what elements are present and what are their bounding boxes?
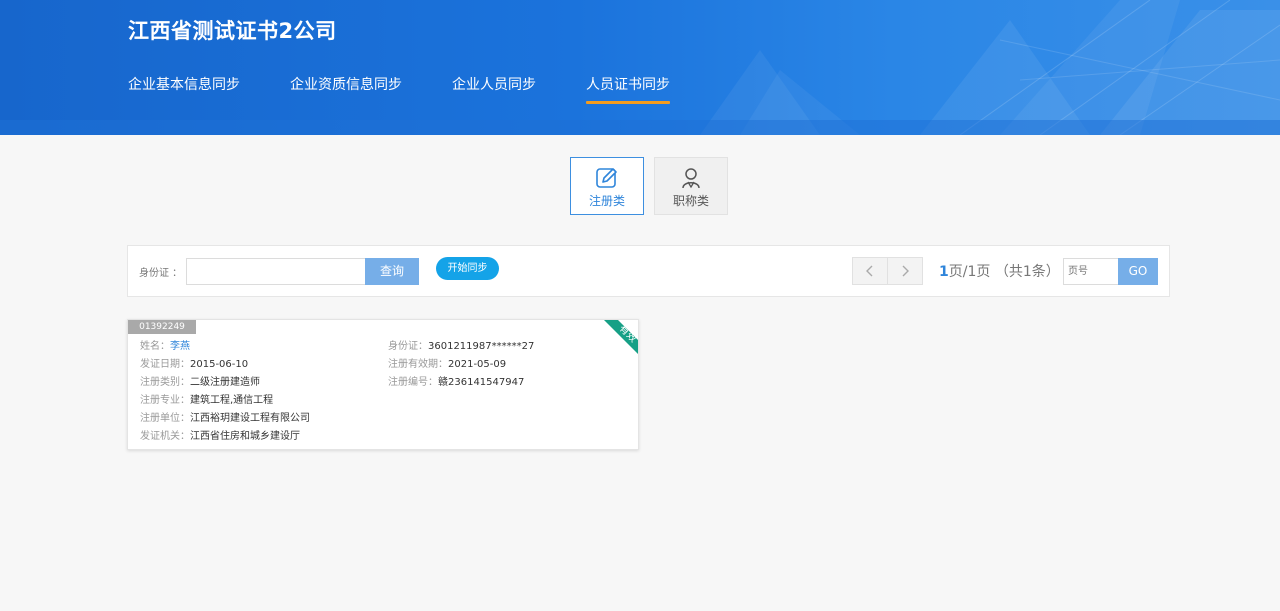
nav-tab-staff-certificate[interactable]: 人员证书同步 <box>586 74 670 104</box>
nav-tab-enterprise-staff[interactable]: 企业人员同步 <box>452 74 536 104</box>
field-major: 注册专业：建筑工程,通信工程 <box>140 395 274 406</box>
field-reg-number: 注册编号：赣236141547947 <box>388 377 525 388</box>
field-issue-date: 发证日期：2015-06-10 <box>140 359 249 370</box>
nav-tab-enterprise-qualification[interactable]: 企业资质信息同步 <box>290 74 402 104</box>
certificate-id-tag: 01392249 <box>128 320 196 334</box>
prev-page-button[interactable] <box>852 257 888 285</box>
field-id-card: 身份证：3601211987******27 <box>388 341 535 352</box>
company-title: 江西省测试证书2公司 <box>128 19 337 43</box>
field-issuer: 发证机关：江西省住房和城乡建设厅 <box>140 431 300 442</box>
chevron-left-icon <box>866 265 873 277</box>
header-banner: 江西省测试证书2公司 企业基本信息同步 企业资质信息同步 企业人员同步 人员证书… <box>0 0 1280 135</box>
page-info-text: 页/1页 （共1条） <box>948 264 1060 280</box>
next-page-button[interactable] <box>887 257 923 285</box>
start-sync-button[interactable]: 开始同步 <box>436 257 499 280</box>
id-card-input[interactable] <box>186 258 366 285</box>
chevron-right-icon <box>902 265 909 277</box>
certificate-card[interactable]: 01392249 有效 姓名：李燕 发证日期：2015-06-10 注册类别：二… <box>127 319 639 450</box>
top-nav: 企业基本信息同步 企业资质信息同步 企业人员同步 人员证书同步 <box>128 74 720 104</box>
current-page: 1 <box>939 264 949 280</box>
edit-icon <box>596 168 617 188</box>
id-card-label: 身份证 ： <box>139 268 183 279</box>
person-icon <box>682 168 700 189</box>
field-valid-until: 注册有效期：2021-05-09 <box>388 359 507 370</box>
category-tab-registered[interactable]: 注册类 <box>570 157 644 215</box>
search-toolbar: 身份证 ： 查询 开始同步 1页/1页 （共1条） GO <box>127 245 1170 297</box>
category-label: 注册类 <box>588 194 625 208</box>
category-tab-title[interactable]: 职称类 <box>654 157 728 215</box>
nav-tab-enterprise-basic[interactable]: 企业基本信息同步 <box>128 74 240 104</box>
go-button[interactable]: GO <box>1118 258 1158 285</box>
field-name: 姓名：李燕 <box>140 341 190 352</box>
category-label: 职称类 <box>672 194 709 208</box>
person-name[interactable]: 李燕 <box>170 341 190 352</box>
query-button[interactable]: 查询 <box>365 258 419 285</box>
field-unit: 注册单位：江西裕玥建设工程有限公司 <box>140 413 310 424</box>
page-info: 1页/1页 （共1条） <box>939 261 1060 281</box>
field-reg-type: 注册类别：二级注册建造师 <box>140 377 260 388</box>
page-number-input[interactable] <box>1063 258 1119 285</box>
